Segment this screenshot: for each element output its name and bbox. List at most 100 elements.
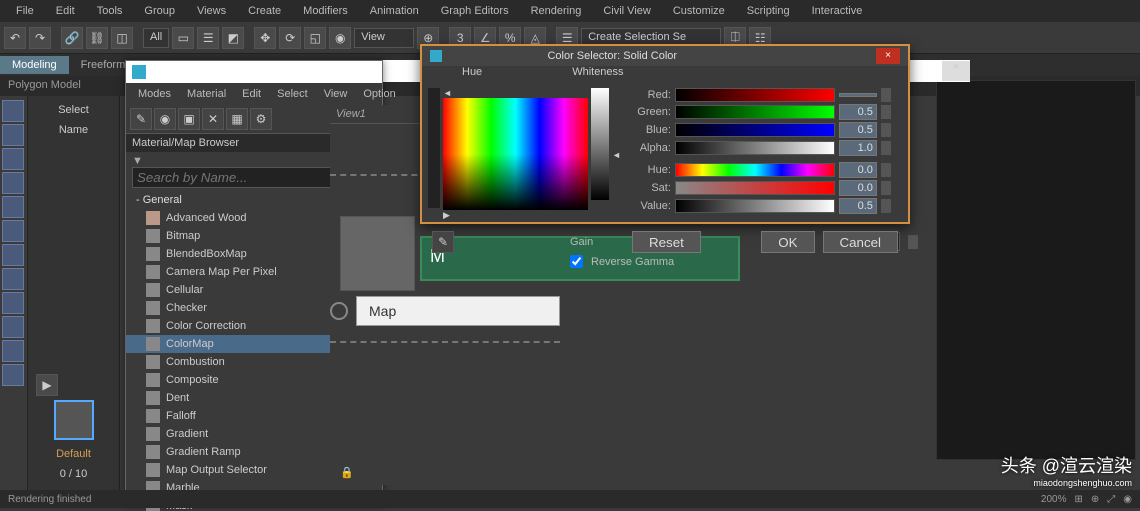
- mat-browser-titlebar[interactable]: [126, 61, 382, 83]
- value-slider[interactable]: [675, 199, 835, 213]
- spinner-icon[interactable]: [908, 235, 918, 249]
- rotate-button[interactable]: ⟳: [279, 27, 301, 49]
- map-slot[interactable]: Map: [356, 296, 560, 326]
- tool-12[interactable]: [2, 364, 24, 386]
- menu-group[interactable]: Group: [136, 3, 183, 19]
- hue-value[interactable]: 0.0: [839, 162, 877, 178]
- ref-coord-dropdown[interactable]: View: [354, 28, 414, 48]
- scale-button[interactable]: ◱: [304, 27, 326, 49]
- tool-4[interactable]: [2, 172, 24, 194]
- select-name-button[interactable]: ☰: [197, 27, 219, 49]
- ok-button[interactable]: OK: [761, 231, 814, 253]
- nav-icon-3[interactable]: ⤢: [1107, 494, 1115, 505]
- move-button[interactable]: ✥: [254, 27, 276, 49]
- tool-3[interactable]: [2, 148, 24, 170]
- menu-options[interactable]: Option: [357, 86, 401, 102]
- tree-item-label: BlendedBoxMap: [166, 248, 247, 260]
- red-value[interactable]: [839, 93, 877, 97]
- put-material-button[interactable]: ◉: [154, 108, 176, 130]
- close-icon[interactable]: ×: [942, 61, 970, 81]
- color-dialog-titlebar[interactable]: Color Selector: Solid Color ×: [422, 46, 908, 66]
- tool-11[interactable]: [2, 340, 24, 362]
- select-button[interactable]: ▭: [172, 27, 194, 49]
- bind-button[interactable]: ◫: [111, 27, 133, 49]
- lock-icon[interactable]: 🔒: [340, 466, 354, 479]
- tool-6[interactable]: [2, 220, 24, 242]
- whiteness-bar[interactable]: [591, 88, 609, 200]
- value-value[interactable]: 0.5: [839, 198, 877, 214]
- menu-select[interactable]: Select: [271, 86, 314, 102]
- show-map-button[interactable]: ▦: [226, 108, 248, 130]
- spinner-icon[interactable]: [881, 163, 891, 177]
- menu-animation[interactable]: Animation: [362, 3, 427, 19]
- reset-button[interactable]: Reset: [632, 231, 701, 253]
- hue-slider[interactable]: [675, 163, 835, 177]
- sat-slider[interactable]: [675, 181, 835, 195]
- red-slider[interactable]: [675, 88, 835, 102]
- viewport-perspective[interactable]: [936, 80, 1136, 460]
- tool-1[interactable]: [2, 100, 24, 122]
- spinner-icon[interactable]: [881, 105, 891, 119]
- spinner-icon[interactable]: [881, 123, 891, 137]
- nav-icon-4[interactable]: ◉: [1123, 494, 1132, 505]
- menu-customize[interactable]: Customize: [665, 3, 733, 19]
- tool-7[interactable]: [2, 244, 24, 266]
- play-icon[interactable]: ▶: [36, 374, 58, 396]
- color-spectrum-picker[interactable]: [443, 98, 588, 210]
- zoom-level[interactable]: 200%: [1041, 494, 1067, 505]
- cancel-button[interactable]: Cancel: [823, 231, 899, 253]
- alpha-slider[interactable]: [675, 141, 835, 155]
- tab-modeling[interactable]: Modeling: [0, 56, 69, 74]
- assign-button[interactable]: ▣: [178, 108, 200, 130]
- menu-edit[interactable]: Edit: [48, 3, 83, 19]
- tool-10[interactable]: [2, 316, 24, 338]
- link-button[interactable]: 🔗: [61, 27, 83, 49]
- nav-icon-2[interactable]: ⊕: [1091, 494, 1099, 505]
- green-value[interactable]: 0.5: [839, 104, 877, 120]
- menu-material[interactable]: Material: [181, 86, 232, 102]
- spinner-icon[interactable]: [881, 199, 891, 213]
- tool-5[interactable]: [2, 196, 24, 218]
- menu-modes[interactable]: Modes: [132, 86, 177, 102]
- eyedropper-icon[interactable]: ✎: [432, 231, 454, 253]
- menu-edit[interactable]: Edit: [236, 86, 267, 102]
- pick-material-button[interactable]: ✎: [130, 108, 152, 130]
- blue-value[interactable]: 0.5: [839, 122, 877, 138]
- select-region-button[interactable]: ◩: [222, 27, 244, 49]
- sat-value[interactable]: 0.0: [839, 180, 877, 196]
- menu-views[interactable]: Views: [189, 3, 234, 19]
- green-slider[interactable]: [675, 105, 835, 119]
- tool-8[interactable]: [2, 268, 24, 290]
- map-connector-icon[interactable]: [330, 302, 348, 320]
- unlink-button[interactable]: ⛓: [86, 27, 108, 49]
- menu-scripting[interactable]: Scripting: [739, 3, 798, 19]
- menu-create[interactable]: Create: [240, 3, 289, 19]
- alpha-value[interactable]: 1.0: [839, 140, 877, 156]
- spinner-icon[interactable]: [881, 88, 891, 102]
- options-button[interactable]: ⚙: [250, 108, 272, 130]
- tool-9[interactable]: [2, 292, 24, 314]
- blackness-bar[interactable]: [428, 88, 440, 208]
- menu-view[interactable]: View: [318, 86, 354, 102]
- spinner-icon[interactable]: [881, 141, 891, 155]
- blue-slider[interactable]: [675, 123, 835, 137]
- redo-button[interactable]: ↷: [29, 27, 51, 49]
- close-icon[interactable]: ×: [876, 48, 900, 64]
- spinner-icon[interactable]: [881, 181, 891, 195]
- placement-button[interactable]: ◉: [329, 27, 351, 49]
- menu-interactive[interactable]: Interactive: [804, 3, 871, 19]
- value-label: Value:: [629, 200, 671, 212]
- selection-filter-dropdown[interactable]: All: [143, 28, 169, 48]
- nav-icon-1[interactable]: ⊞: [1074, 494, 1082, 505]
- menu-civil-view[interactable]: Civil View: [595, 3, 658, 19]
- tool-2[interactable]: [2, 124, 24, 146]
- material-thumbnail[interactable]: [54, 400, 94, 440]
- menu-tools[interactable]: Tools: [89, 3, 131, 19]
- menu-rendering[interactable]: Rendering: [523, 3, 590, 19]
- menu-graph-editors[interactable]: Graph Editors: [433, 3, 517, 19]
- material-preview-sphere[interactable]: [340, 216, 415, 291]
- menu-modifiers[interactable]: Modifiers: [295, 3, 356, 19]
- undo-button[interactable]: ↶: [4, 27, 26, 49]
- delete-button[interactable]: ✕: [202, 108, 224, 130]
- menu-file[interactable]: File: [8, 3, 42, 19]
